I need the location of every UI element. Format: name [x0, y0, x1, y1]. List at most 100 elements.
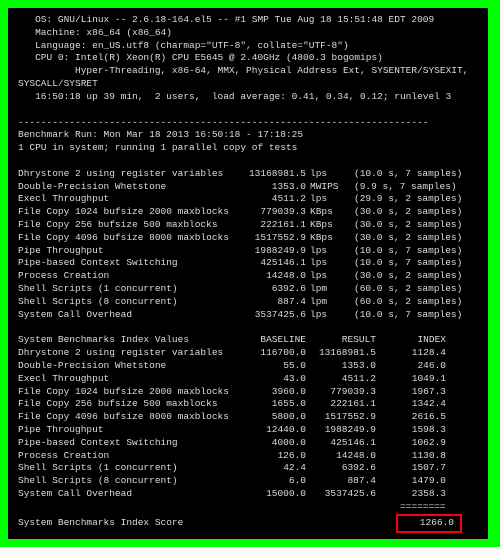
index-name: Pipe-based Context Switching	[18, 437, 236, 450]
index-header-baseline: BASELINE	[236, 334, 306, 347]
benchmark-samples: (10.0 s, 7 samples)	[348, 168, 462, 181]
cpu-line: CPU 0: Intel(R) Xeon(R) CPU E5645 @ 2.40…	[18, 52, 478, 65]
index-name: Dhrystone 2 using register variables	[18, 347, 236, 360]
index-name: File Copy 4096 bufsize 8000 maxblocks	[18, 411, 236, 424]
index-baseline: 55.0	[236, 360, 306, 373]
benchmark-samples: (30.0 s, 2 samples)	[348, 232, 462, 245]
benchmark-name: File Copy 4096 bufsize 8000 maxblocks	[18, 232, 236, 245]
cpu-count-line: 1 CPU in system; running 1 parallel copy…	[18, 142, 478, 155]
language-line: Language: en_US.utf8 (charmap="UTF-8", c…	[18, 40, 478, 53]
index-index: 1967.3	[376, 386, 446, 399]
benchmark-value: 222161.1	[236, 219, 306, 232]
index-header-result: RESULT	[306, 334, 376, 347]
benchmark-name: File Copy 256 bufsize 500 maxblocks	[18, 219, 236, 232]
index-row: Execl Throughput43.04511.21049.1	[18, 373, 478, 386]
benchmark-value: 887.4	[236, 296, 306, 309]
benchmark-row: Dhrystone 2 using register variables1316…	[18, 168, 478, 181]
index-result: 1517552.9	[306, 411, 376, 424]
benchmark-value: 14248.0	[236, 270, 306, 283]
index-result: 6392.6	[306, 462, 376, 475]
index-result: 14248.0	[306, 450, 376, 463]
index-row: Shell Scripts (8 concurrent)6.0887.41479…	[18, 475, 478, 488]
benchmark-samples: (30.0 s, 2 samples)	[348, 206, 462, 219]
benchmark-name: System Call Overhead	[18, 309, 236, 322]
benchmark-row: Shell Scripts (1 concurrent)6392.6lpm(60…	[18, 283, 478, 296]
benchmark-samples: (10.0 s, 7 samples)	[348, 245, 462, 258]
cpu-features-line: Hyper-Threading, x86-64, MMX, Physical A…	[18, 65, 478, 78]
terminal-window: OS: GNU/Linux -- 2.6.18-164.el5 -- #1 SM…	[8, 8, 488, 539]
index-index: 1507.7	[376, 462, 446, 475]
benchmark-name: File Copy 1024 bufsize 2000 maxblocks	[18, 206, 236, 219]
blank	[18, 155, 478, 168]
benchmark-unit: lps	[306, 193, 348, 206]
score-row: System Benchmarks Index Score 1266.0	[18, 514, 478, 533]
benchmark-samples: (30.0 s, 2 samples)	[348, 219, 462, 232]
index-index: 1342.4	[376, 398, 446, 411]
syscall-line: SYSCALL/SYSRET	[18, 78, 478, 91]
uptime-line: 16:50:18 up 39 min, 2 users, load averag…	[18, 91, 478, 104]
index-baseline: 1655.0	[236, 398, 306, 411]
benchmark-value: 13168981.5	[236, 168, 306, 181]
benchmark-row: File Copy 1024 bufsize 2000 maxblocks779…	[18, 206, 478, 219]
index-baseline: 43.0	[236, 373, 306, 386]
benchmark-samples: (9.9 s, 7 samples)	[348, 181, 457, 194]
benchmark-samples: (10.0 s, 7 samples)	[348, 257, 462, 270]
benchmark-name: Pipe Throughput	[18, 245, 236, 258]
benchmark-row: File Copy 4096 bufsize 8000 maxblocks151…	[18, 232, 478, 245]
index-index: 246.0	[376, 360, 446, 373]
index-result: 222161.1	[306, 398, 376, 411]
benchmark-row: Double-Precision Whetstone1353.0MWIPS(9.…	[18, 181, 478, 194]
benchmark-row: Pipe Throughput1988249.9lps(10.0 s, 7 sa…	[18, 245, 478, 258]
index-baseline: 126.0	[236, 450, 306, 463]
score-separator: ========	[18, 501, 478, 514]
benchmark-name: Execl Throughput	[18, 193, 236, 206]
benchmark-unit: KBps	[306, 206, 348, 219]
index-header-index: INDEX	[376, 334, 446, 347]
benchmark-unit: lpm	[306, 283, 348, 296]
benchmark-unit: MWIPS	[306, 181, 348, 194]
index-name: System Call Overhead	[18, 488, 236, 501]
index-index: 1598.3	[376, 424, 446, 437]
benchmark-name: Shell Scripts (1 concurrent)	[18, 283, 236, 296]
benchmark-value: 1988249.9	[236, 245, 306, 258]
benchmark-unit: lps	[306, 309, 348, 322]
benchmark-row: System Call Overhead3537425.6lps(10.0 s,…	[18, 309, 478, 322]
index-row: Shell Scripts (1 concurrent)42.46392.615…	[18, 462, 478, 475]
benchmark-value: 3537425.6	[236, 309, 306, 322]
index-row: Double-Precision Whetstone55.01353.0246.…	[18, 360, 478, 373]
benchmark-samples: (60.0 s, 2 samples)	[348, 296, 462, 309]
index-row: File Copy 256 bufsize 500 maxblocks1655.…	[18, 398, 478, 411]
index-name: File Copy 256 bufsize 500 maxblocks	[18, 398, 236, 411]
benchmark-value: 1517552.9	[236, 232, 306, 245]
index-values: Dhrystone 2 using register variables1167…	[18, 347, 478, 501]
benchmark-name: Dhrystone 2 using register variables	[18, 168, 236, 181]
benchmark-unit: KBps	[306, 219, 348, 232]
index-name: Double-Precision Whetstone	[18, 360, 236, 373]
index-result: 887.4	[306, 475, 376, 488]
index-name: Pipe Throughput	[18, 424, 236, 437]
benchmark-samples: (29.9 s, 2 samples)	[348, 193, 462, 206]
index-result: 3537425.6	[306, 488, 376, 501]
index-index: 1130.8	[376, 450, 446, 463]
benchmark-unit: KBps	[306, 232, 348, 245]
run-line: Benchmark Run: Mon Mar 18 2013 16:50:18 …	[18, 129, 478, 142]
index-baseline: 42.4	[236, 462, 306, 475]
benchmark-name: Process Creation	[18, 270, 236, 283]
index-baseline: 5800.0	[236, 411, 306, 424]
benchmark-samples: (10.0 s, 7 samples)	[348, 309, 462, 322]
index-index: 1062.9	[376, 437, 446, 450]
index-baseline: 3960.0	[236, 386, 306, 399]
index-index: 2358.3	[376, 488, 446, 501]
benchmark-value: 1353.0	[236, 181, 306, 194]
index-row: File Copy 1024 bufsize 2000 maxblocks396…	[18, 386, 478, 399]
index-result: 425146.1	[306, 437, 376, 450]
benchmark-unit: lps	[306, 270, 348, 283]
index-row: Process Creation126.014248.01130.8	[18, 450, 478, 463]
index-row: File Copy 4096 bufsize 8000 maxblocks580…	[18, 411, 478, 424]
index-result: 13168981.5	[306, 347, 376, 360]
benchmark-samples: (60.0 s, 2 samples)	[348, 283, 462, 296]
os-line: OS: GNU/Linux -- 2.6.18-164.el5 -- #1 SM…	[18, 14, 478, 27]
index-name: File Copy 1024 bufsize 2000 maxblocks	[18, 386, 236, 399]
benchmark-unit: lps	[306, 245, 348, 258]
index-index: 1128.4	[376, 347, 446, 360]
